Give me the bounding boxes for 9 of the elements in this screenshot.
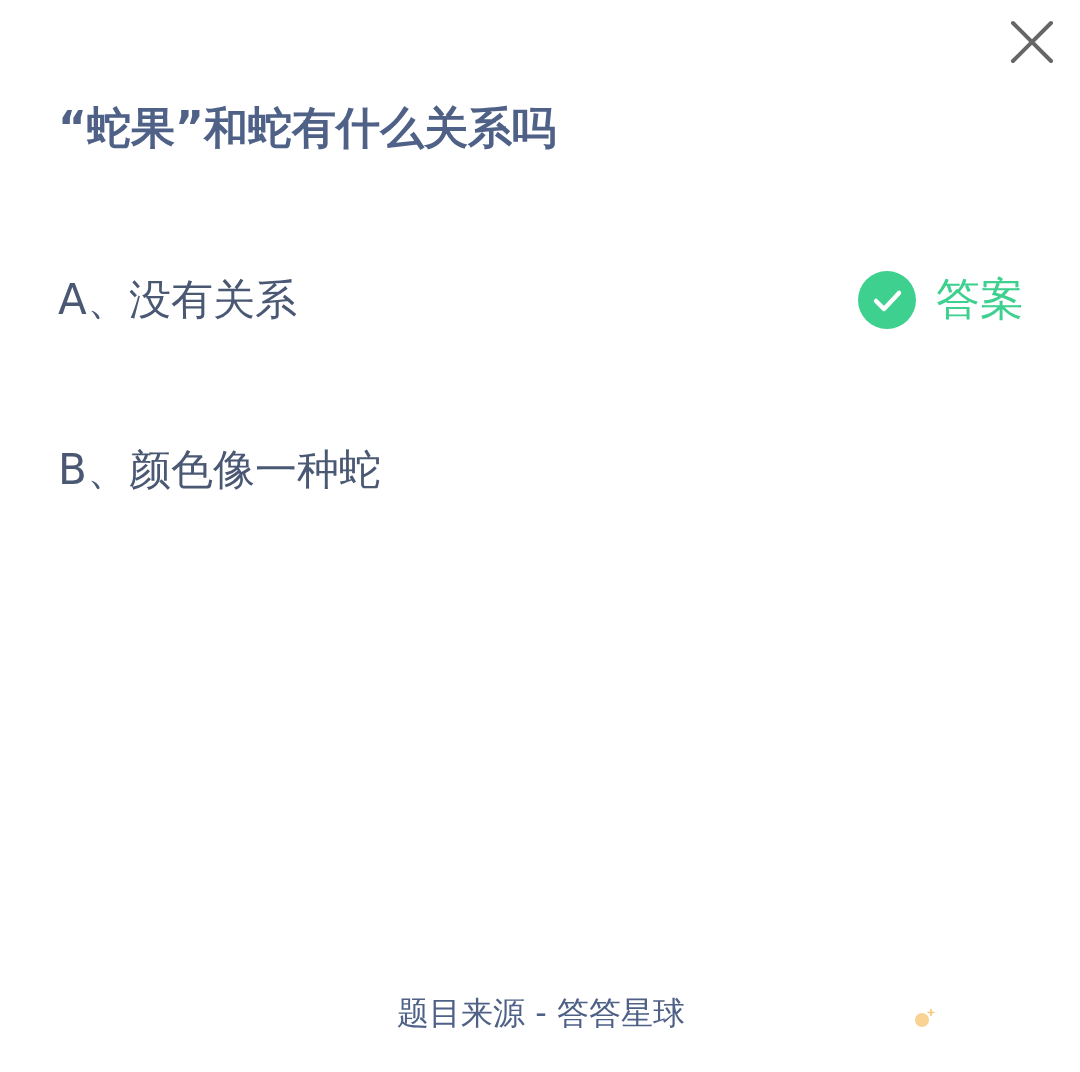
close-button[interactable] [1008, 18, 1056, 66]
answer-option[interactable]: A、没有关系 [58, 274, 297, 325]
close-icon [1010, 20, 1054, 64]
answer-label: 答案 [936, 272, 1024, 327]
answer-option[interactable]: B、颜色像一种蛇 [58, 444, 381, 495]
sparkle-icon [914, 1008, 936, 1028]
question-title: “蛇果”和蛇有什么关系吗 [58, 102, 557, 155]
source-text: 题目来源 - 答答星球 [397, 993, 685, 1034]
check-circle-icon [858, 270, 916, 329]
